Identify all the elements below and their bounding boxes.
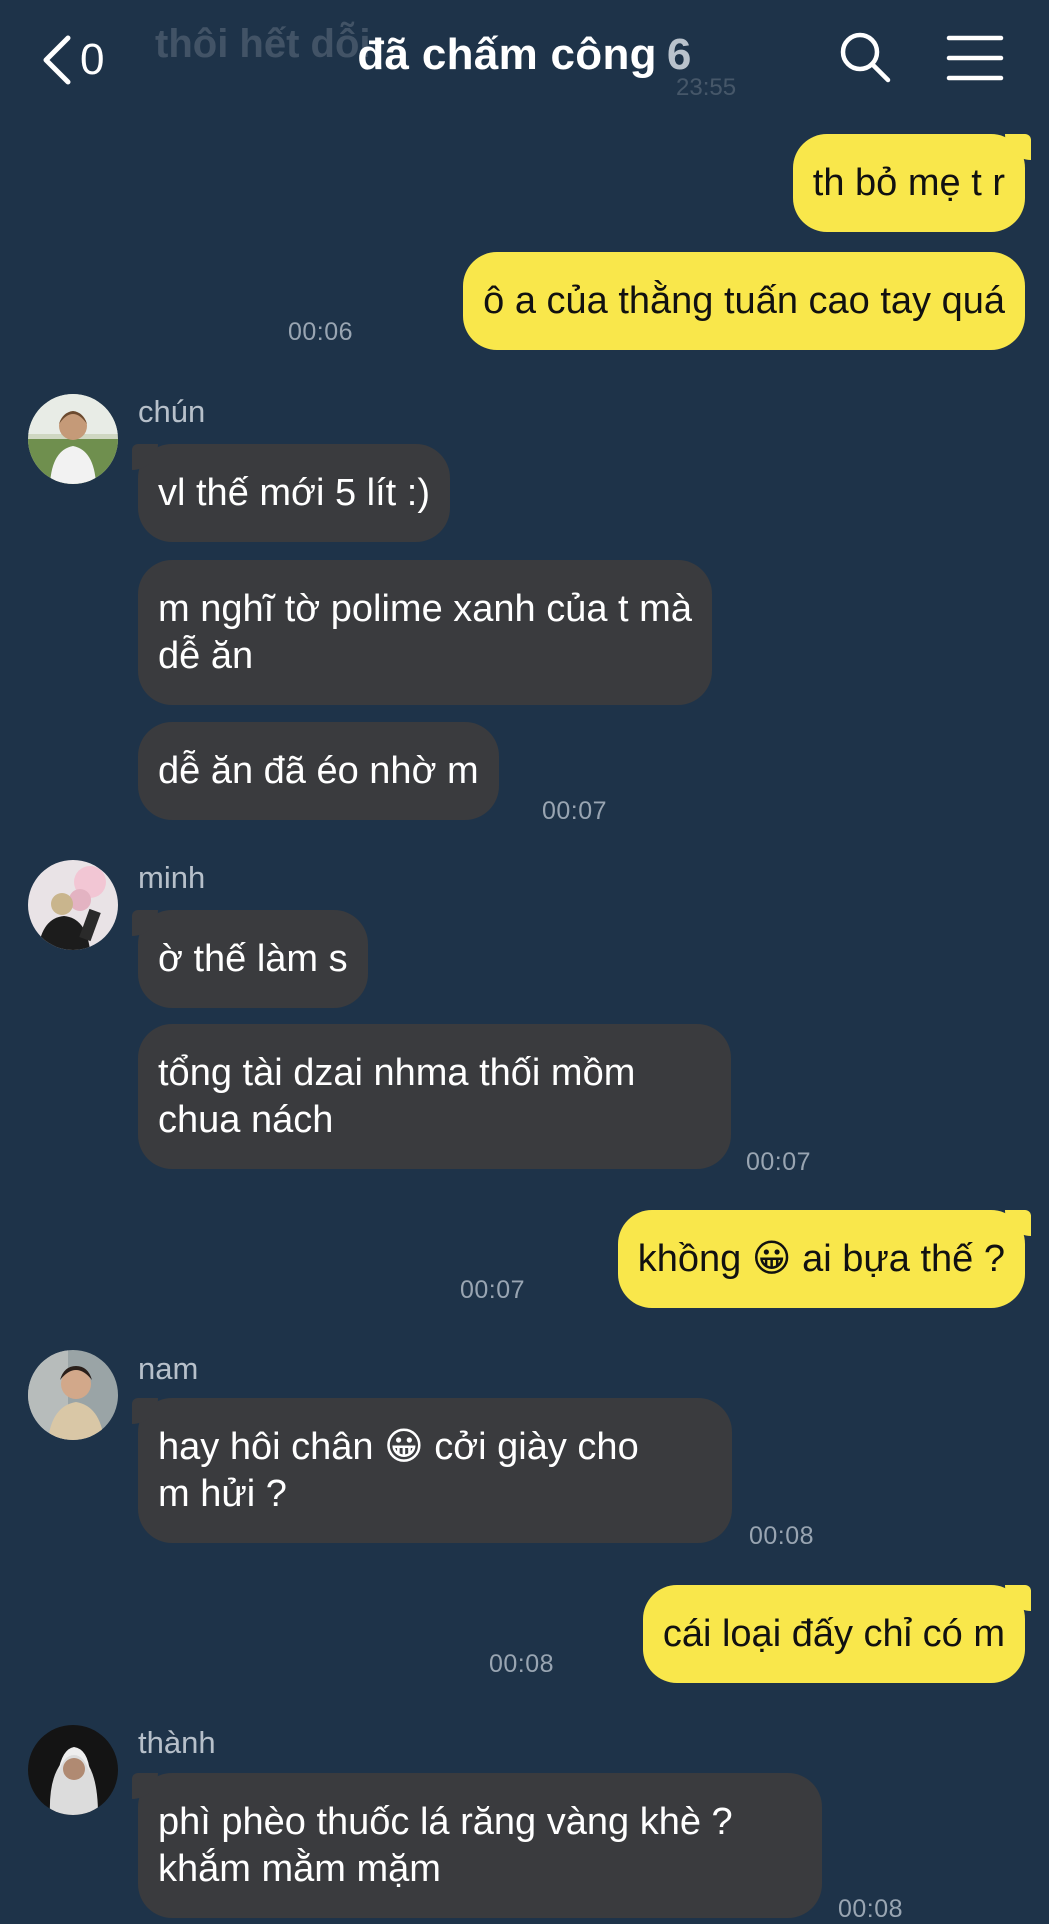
hamburger-menu-icon: [946, 35, 1004, 81]
message-text: vl thế mới 5 lít :): [158, 472, 430, 514]
search-icon: [840, 32, 891, 83]
chat-title-text: đã chấm công: [357, 30, 657, 79]
sender-name: chún: [138, 394, 206, 429]
message-timestamp: 00:08: [749, 1522, 815, 1550]
message-text: ai bựa thế ?: [802, 1238, 1005, 1280]
received-message-bubble[interactable]: m nghĩ tờ polime xanh của t mà dễ ăn: [138, 560, 712, 705]
message-text: hay hôi chân: [158, 1426, 374, 1468]
chat-header: thôi hết dỗi 23:55 0 đã chấm công 6: [0, 0, 1049, 120]
avatar-chun[interactable]: [28, 394, 118, 484]
message-text: th bỏ mẹ t r: [812, 162, 1005, 204]
my-message-bubble[interactable]: khồng 😀 ai bựa thế ?: [617, 1210, 1032, 1308]
message-text: tổng tài dzai nhma thối mồm chua nách: [158, 1052, 636, 1141]
received-message-bubble[interactable]: hay hôi chân 😀 cởi giày cho m hửi ?: [132, 1398, 732, 1543]
menu-button[interactable]: [946, 30, 1004, 91]
member-count: 6: [666, 30, 692, 79]
message-text: khồng: [637, 1238, 742, 1280]
message-timestamp: 00:07: [542, 797, 608, 825]
avatar-minh[interactable]: [28, 860, 118, 950]
search-button[interactable]: [838, 30, 894, 91]
my-message-bubble[interactable]: th bỏ mẹ t r: [792, 134, 1032, 232]
grinning-face-emoji: 😀: [751, 1238, 792, 1280]
message-text: cái loại đấy chỉ có m: [662, 1613, 1005, 1655]
message-text: ờ thế làm s: [158, 938, 348, 980]
message-text: ô a của thằng tuấn cao tay quá: [483, 280, 1005, 322]
received-message-bubble[interactable]: tổng tài dzai nhma thối mồm chua nách: [138, 1024, 731, 1169]
sender-name: minh: [138, 860, 206, 895]
received-message-bubble[interactable]: vl thế mới 5 lít :): [132, 444, 450, 542]
sender-name: thành: [138, 1725, 216, 1760]
message-text: phì phèo thuốc lá răng vàng khè ? khắm m…: [158, 1801, 733, 1890]
avatar-thanh[interactable]: [28, 1725, 118, 1815]
received-message-bubble[interactable]: dễ ăn đã éo nhờ m: [138, 722, 499, 820]
grinning-face-emoji: 😀: [384, 1426, 424, 1468]
my-message-bubble[interactable]: ô a của thằng tuấn cao tay quá: [463, 252, 1025, 350]
received-message-bubble[interactable]: phì phèo thuốc lá răng vàng khè ? khắm m…: [132, 1773, 822, 1918]
message-timestamp: 00:07: [746, 1148, 812, 1176]
message-text: m nghĩ tờ polime xanh của t mà dễ ăn: [158, 588, 692, 677]
received-message-bubble[interactable]: ờ thế làm s: [132, 910, 368, 1008]
message-timestamp: 00:06: [288, 318, 354, 346]
sender-name: nam: [138, 1351, 199, 1386]
avatar-nam[interactable]: [28, 1350, 118, 1440]
message-timestamp: 00:08: [489, 1650, 555, 1678]
my-message-bubble[interactable]: cái loại đấy chỉ có m: [642, 1585, 1032, 1683]
message-timestamp: 00:07: [460, 1276, 526, 1304]
message-text: dễ ăn đã éo nhờ m: [158, 750, 479, 792]
